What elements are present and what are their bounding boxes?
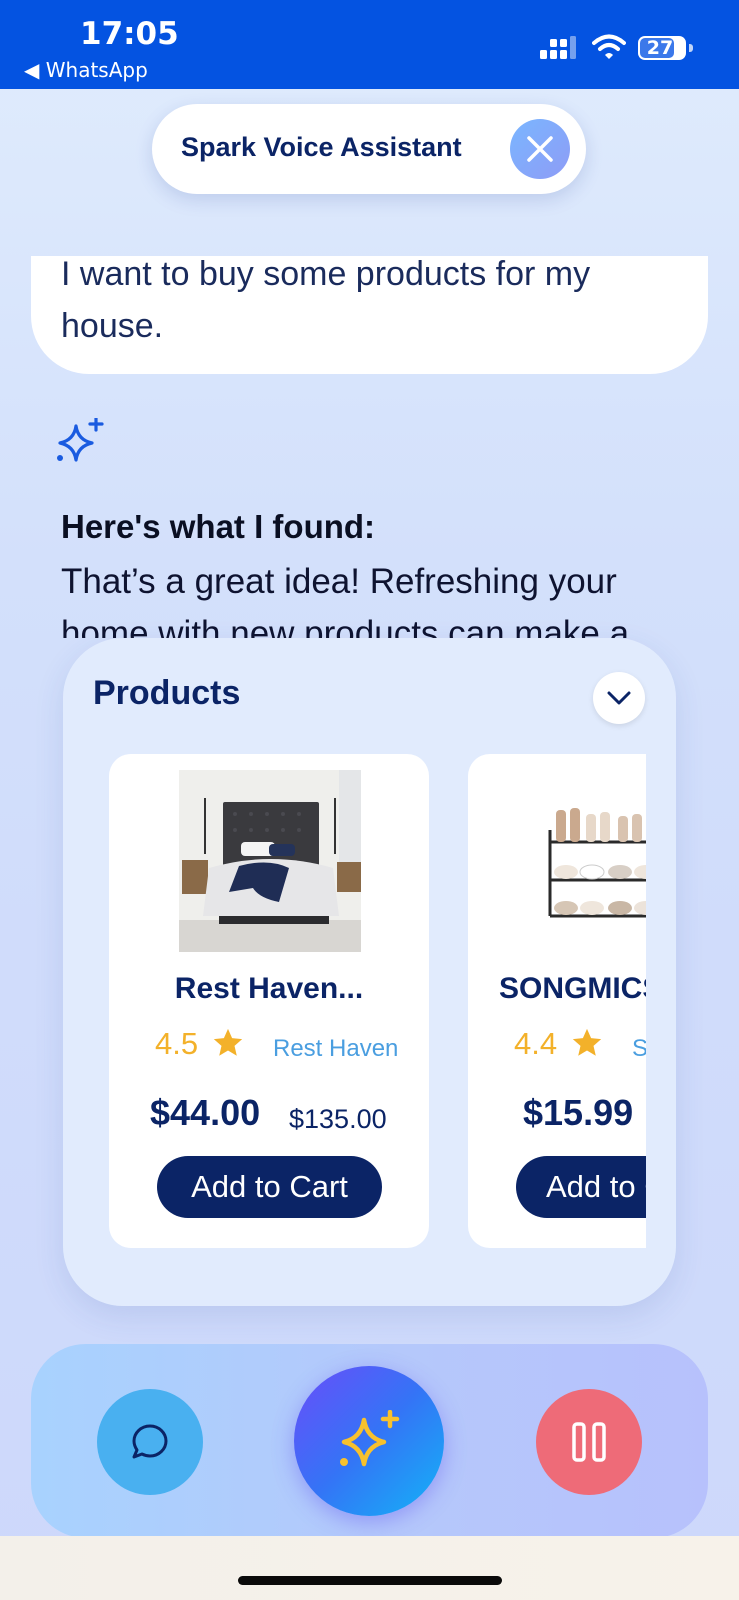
product-rating: 4.4 bbox=[514, 1026, 558, 1061]
pause-button[interactable] bbox=[536, 1389, 642, 1495]
chat-button[interactable] bbox=[97, 1389, 203, 1495]
product-price: $44.00 bbox=[150, 1092, 261, 1133]
product-card[interactable]: Rest Haven... 4.5 Rest Haven $44.00 $135… bbox=[109, 754, 429, 1248]
status-bar: 17:05 ◀ WhatsApp 27 bbox=[0, 0, 739, 89]
close-button[interactable] bbox=[510, 119, 570, 179]
product-carousel[interactable]: Rest Haven... 4.5 Rest Haven $44.00 $135… bbox=[109, 754, 646, 1250]
bottom-control-bar bbox=[31, 1344, 708, 1538]
products-panel: Products Rest Haven... 4.5 Rest Haven $4… bbox=[63, 638, 676, 1306]
assistant-sparkle-icon bbox=[57, 418, 104, 462]
sparkle-icon bbox=[340, 1410, 400, 1467]
add-to-cart-button[interactable]: Add to Cart bbox=[157, 1156, 382, 1218]
user-message-bubble: I want to buy some products for my house… bbox=[31, 255, 708, 374]
battery-level: 27 bbox=[646, 37, 674, 59]
product-name: SONGMICS bbox=[499, 972, 646, 1005]
product-rating: 4.5 bbox=[155, 1026, 199, 1061]
product-name: Rest Haven... bbox=[174, 972, 364, 1005]
product-original-price: $135.00 bbox=[289, 1104, 387, 1134]
home-indicator[interactable] bbox=[238, 1576, 502, 1585]
pause-icon bbox=[572, 1422, 606, 1462]
response-heading: Here's what I found: bbox=[61, 508, 376, 545]
back-to-app-link[interactable]: ◀ WhatsApp bbox=[24, 58, 148, 82]
battery-icon: 27 bbox=[638, 36, 693, 60]
shoe-rack-product-image bbox=[540, 770, 646, 952]
wifi-icon bbox=[592, 34, 626, 59]
collapse-products-button[interactable] bbox=[593, 672, 645, 724]
star-icon bbox=[572, 1028, 602, 1056]
status-time: 17:05 bbox=[80, 16, 179, 52]
products-title: Products bbox=[93, 674, 241, 712]
cellular-signal-icon bbox=[540, 36, 576, 59]
user-message-text: I want to buy some products for my house… bbox=[61, 255, 591, 345]
response-text: That’s a great idea! Refreshing your hom… bbox=[61, 562, 630, 638]
home-area bbox=[0, 1536, 739, 1600]
voice-assistant-button[interactable] bbox=[294, 1366, 444, 1516]
bed-product-image bbox=[179, 770, 361, 952]
star-icon bbox=[213, 1028, 243, 1056]
chat-bubble-icon bbox=[132, 1424, 168, 1459]
product-brand: SONGMICS bbox=[632, 1035, 646, 1062]
close-icon bbox=[527, 136, 553, 162]
add-to-cart-button[interactable]: Add to Cart bbox=[516, 1156, 646, 1218]
product-brand: Rest Haven bbox=[273, 1035, 399, 1062]
product-card[interactable]: SONGMICS 4.4 SONGMICS $15.99 Add to Cart bbox=[468, 754, 646, 1248]
product-price: $15.99 bbox=[523, 1092, 634, 1133]
chevron-down-icon bbox=[607, 691, 631, 705]
assistant-header-pill: Spark Voice Assistant bbox=[152, 104, 586, 194]
assistant-title: Spark Voice Assistant bbox=[181, 132, 462, 162]
